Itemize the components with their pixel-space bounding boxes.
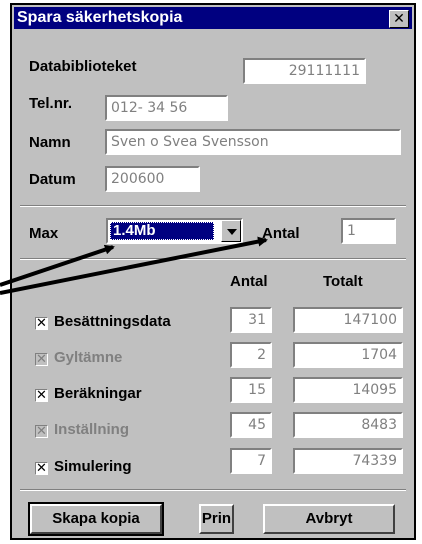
annotation-arrow [0,244,115,287]
annotation-arrow [0,236,268,295]
annotation-arrows [0,236,268,295]
